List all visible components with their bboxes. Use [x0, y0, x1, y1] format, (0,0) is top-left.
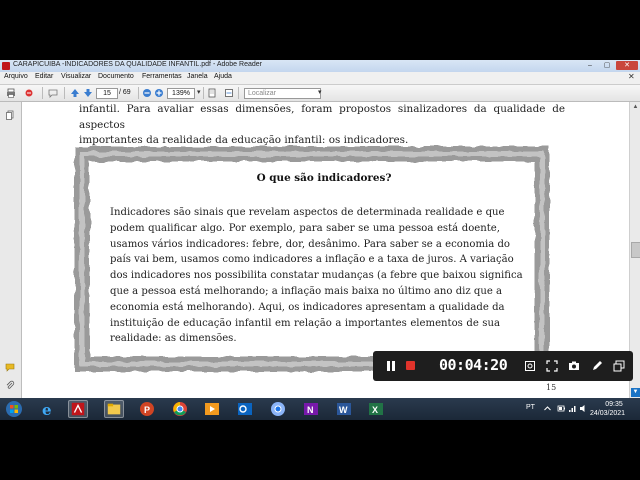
close-button[interactable]: ✕: [616, 61, 638, 70]
menu-documento[interactable]: Documento: [98, 73, 134, 80]
navigation-panel: [0, 102, 22, 398]
attachment-icon[interactable]: [5, 380, 15, 390]
pen-draw-icon[interactable]: [591, 360, 603, 372]
volume-icon[interactable]: [579, 404, 588, 413]
scroll-down-icon[interactable]: ▼: [631, 388, 640, 397]
screen: CARAPICUIBA -INDICADORES DA QUALIDADE IN…: [0, 60, 640, 420]
network-icon[interactable]: [568, 404, 577, 413]
word-icon[interactable]: W: [334, 400, 354, 418]
comment-icon[interactable]: [48, 88, 58, 98]
scrollbar-thumb[interactable]: [631, 242, 640, 258]
toolbar-separator: [138, 87, 139, 99]
page-number: 15: [546, 383, 557, 392]
print-icon[interactable]: [6, 88, 16, 98]
scroll-up-icon[interactable]: ▲: [631, 103, 640, 112]
svg-text:N: N: [307, 405, 314, 415]
menu-arquivo[interactable]: Arquivo: [4, 73, 28, 80]
adobe-reader-icon: [2, 62, 10, 70]
adobe-reader-taskbar-icon[interactable]: [68, 400, 88, 418]
menu-bar: Arquivo Editar Visualizar Documento Ferr…: [0, 72, 640, 85]
screen-recorder-bar: 00:04:20: [373, 351, 633, 381]
page-number-input[interactable]: 15: [96, 88, 118, 99]
clock-date[interactable]: 24/03/2021: [590, 410, 625, 417]
menu-visualizar[interactable]: Visualizar: [61, 73, 91, 80]
clock-time[interactable]: 09:35: [598, 401, 630, 408]
toolbar-separator: [238, 87, 239, 99]
text-line: dos indicadores nos possibilita constata…: [110, 270, 523, 282]
text-line: podem qualificar algo. Por exemplo, para…: [110, 222, 500, 234]
zoom-in-icon[interactable]: [154, 88, 164, 98]
menu-ferramentas[interactable]: Ferramentas: [142, 73, 182, 80]
toolbar-separator: [64, 87, 65, 99]
language-indicator[interactable]: PT: [526, 404, 535, 411]
share-icon[interactable]: [24, 88, 34, 98]
excel-icon[interactable]: X: [366, 400, 386, 418]
media-player-icon[interactable]: [202, 400, 222, 418]
text-line: país vai bem, usamos como indicadores a …: [110, 254, 514, 266]
maximize-button[interactable]: ▢: [599, 61, 615, 70]
next-page-icon[interactable]: [83, 88, 93, 98]
search-input[interactable]: Localizar: [244, 88, 321, 99]
pause-icon[interactable]: [385, 360, 397, 372]
fullscreen-icon[interactable]: [546, 360, 558, 372]
chevron-down-icon[interactable]: ▾: [318, 88, 322, 96]
close-document-icon[interactable]: ✕: [628, 72, 635, 81]
stop-recording-button[interactable]: [406, 361, 415, 370]
text-line: instituição de educação infantil em rela…: [110, 317, 500, 329]
menu-janela[interactable]: Janela: [187, 73, 208, 80]
text-line: usamos vários indicadores: febre, dor, d…: [110, 238, 511, 250]
box-heading: O que são indicadores?: [256, 172, 392, 184]
recording-timer: 00:04:20: [439, 356, 508, 374]
internet-explorer-icon[interactable]: e: [38, 400, 58, 418]
outlook-icon[interactable]: [235, 400, 255, 418]
comments-panel-icon[interactable]: [5, 362, 15, 372]
chrome-icon[interactable]: [170, 400, 190, 418]
svg-text:W: W: [339, 405, 348, 415]
toolbar: 15 / 69 139% ▾ Localizar ▾: [0, 85, 640, 102]
powerpoint-icon[interactable]: P: [137, 400, 157, 418]
zoom-level-input[interactable]: 139%: [167, 88, 195, 99]
toolbar-separator: [42, 87, 43, 99]
text-line: economia está melhorando). Aqui, os indi…: [110, 301, 505, 313]
window-title: CARAPICUIBA -INDICADORES DA QUALIDADE IN…: [13, 61, 262, 68]
menu-ajuda[interactable]: Ajuda: [214, 73, 232, 80]
text-line: realidade: as dimensões.: [110, 333, 237, 345]
svg-text:P: P: [144, 405, 150, 415]
fit-page-icon[interactable]: [207, 88, 217, 98]
zoom-out-icon[interactable]: [142, 88, 152, 98]
minimize-button[interactable]: –: [582, 61, 598, 70]
webcam-icon[interactable]: [524, 360, 536, 372]
minimize-recorder-icon[interactable]: [613, 360, 625, 372]
chevron-down-icon[interactable]: ▾: [197, 88, 201, 96]
previous-page-icon[interactable]: [70, 88, 80, 98]
toolbar-separator: [203, 87, 204, 99]
text-line: infantil. Para avaliar essas dimensões, …: [79, 103, 565, 131]
taskbar: e P N W X PT 09:35 24/03/2021: [0, 398, 640, 420]
file-explorer-icon[interactable]: [104, 400, 124, 418]
chrome-alt-icon[interactable]: [268, 400, 288, 418]
windows-start-icon[interactable]: [4, 400, 24, 418]
text-line: que a pessoa está melhorando; a inflação…: [110, 285, 503, 297]
menu-editar[interactable]: Editar: [35, 73, 53, 80]
chevron-up-icon[interactable]: [543, 404, 552, 413]
camera-icon[interactable]: [568, 360, 580, 372]
page-total: / 69: [119, 89, 131, 96]
onenote-icon[interactable]: N: [301, 400, 321, 418]
pages-thumbnail-icon[interactable]: [5, 110, 15, 120]
svg-text:e: e: [42, 401, 52, 418]
text-line: Indicadores são sinais que revelam aspec…: [110, 207, 505, 218]
box-paragraph: Indicadores são sinais que revelam aspec…: [110, 205, 523, 347]
fit-width-icon[interactable]: [224, 88, 234, 98]
svg-text:X: X: [372, 405, 378, 415]
battery-icon[interactable]: [557, 404, 566, 413]
